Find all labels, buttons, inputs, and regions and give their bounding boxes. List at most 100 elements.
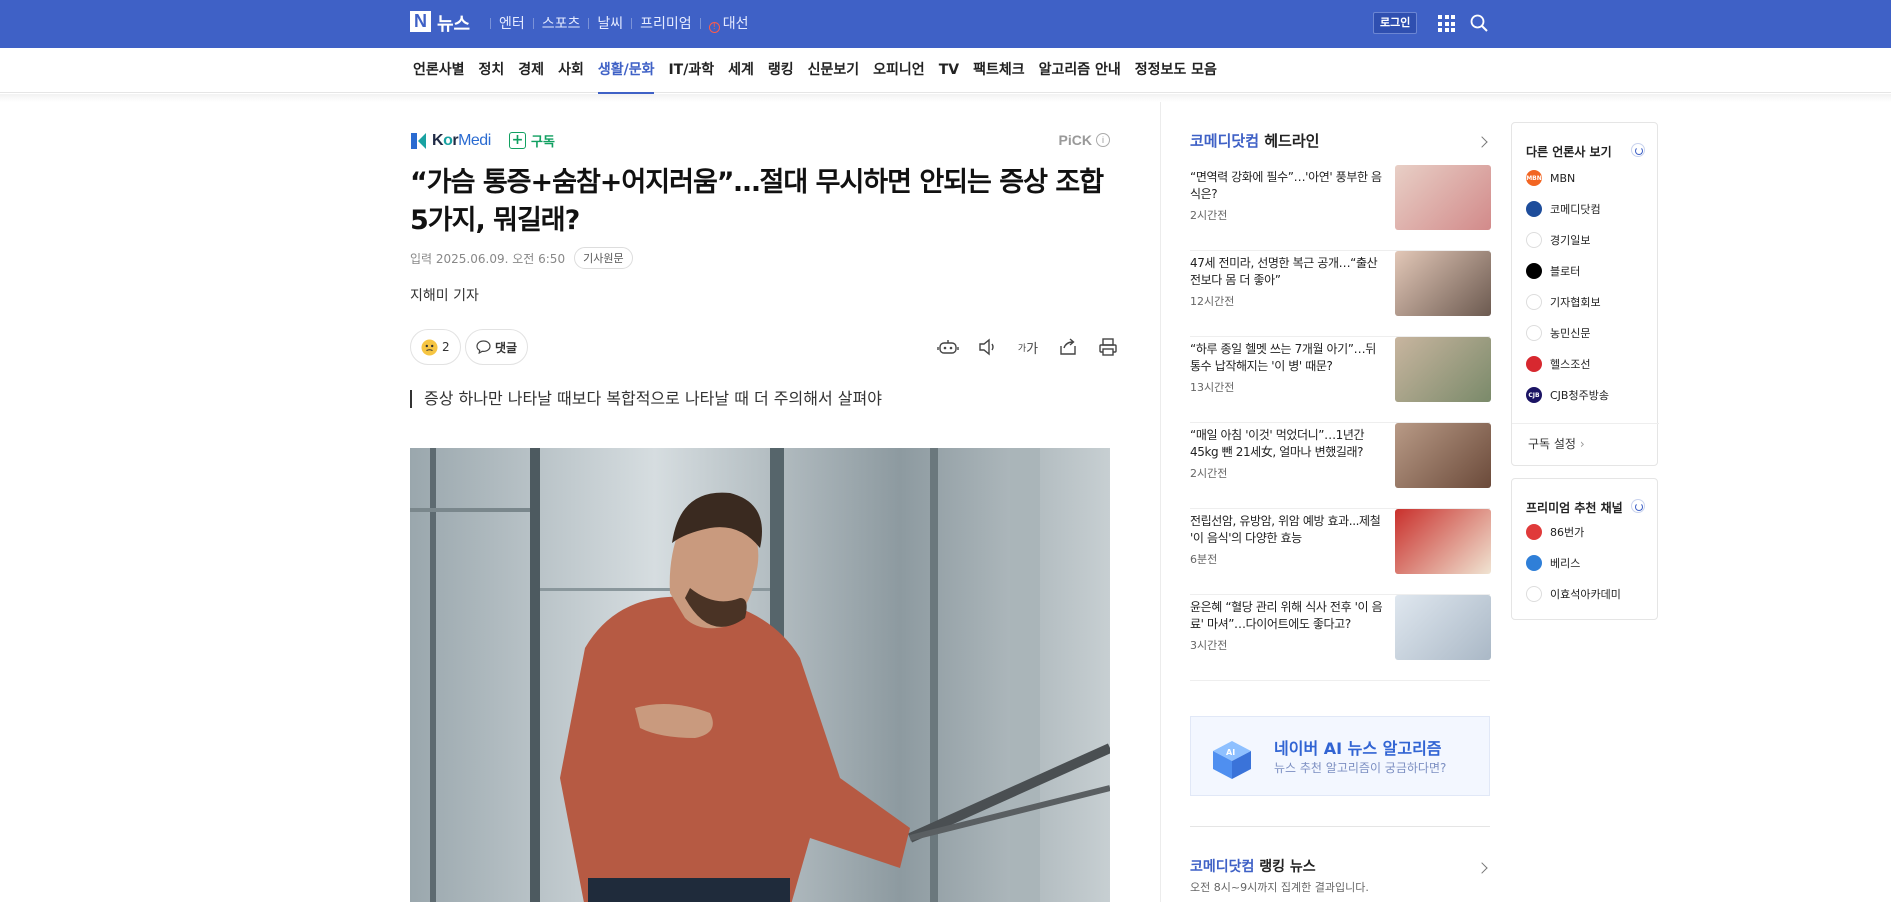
comment-button[interactable]: 댓글: [465, 329, 529, 365]
channel-logo-icon: [1526, 555, 1542, 571]
nav-shadow: [0, 94, 1891, 102]
channel-name: 베리스: [1550, 557, 1581, 570]
press-item[interactable]: CJB CJB청주방송: [1526, 387, 1609, 403]
press-name: 코메디닷컴: [1550, 203, 1601, 216]
press-item[interactable]: 코메디닷컴: [1526, 201, 1601, 217]
press-logo-icon: [1526, 232, 1542, 248]
login-button[interactable]: 로그인: [1373, 12, 1418, 34]
headline-title[interactable]: 윤은혜 “혈당 관리 위해 식사 전후 '이 음료' 마셔”…다이어트에도 좋다…: [1190, 599, 1385, 633]
election-icon: !: [708, 22, 720, 33]
nav-sports[interactable]: 스포츠: [534, 13, 589, 33]
refresh-icon[interactable]: [1631, 499, 1645, 513]
nav-weather[interactable]: 날씨: [589, 13, 631, 33]
reporter-name[interactable]: 지해미 기자: [410, 285, 479, 305]
category-tab[interactable]: 사회: [551, 48, 591, 93]
kormedi-logo-icon: [411, 133, 426, 149]
press-item[interactable]: 기자협회보: [1526, 294, 1601, 310]
naver-logo[interactable]: N: [410, 11, 431, 32]
category-tab[interactable]: TV: [932, 48, 966, 93]
category-tab[interactable]: 랭킹: [761, 48, 801, 93]
subscribe-button[interactable]: + 구독: [509, 131, 555, 150]
nav-premium[interactable]: 프리미엄: [632, 13, 700, 33]
reaction-count: 2: [442, 340, 450, 354]
headline-time: 2시간전: [1190, 209, 1228, 222]
top-bar: N 뉴스 엔터 스포츠 날씨 프리미엄 ! 대선 로그인: [0, 0, 1891, 48]
chevron-right-icon[interactable]: [1476, 136, 1488, 148]
category-tab[interactable]: 경제: [511, 48, 551, 93]
headline-item[interactable]: 윤은혜 “혈당 관리 위해 식사 전후 '이 음료' 마셔”…다이어트에도 좋다…: [1190, 595, 1491, 681]
speaker-icon: [979, 338, 994, 356]
press-name: 블로터: [1550, 265, 1581, 278]
nav-election[interactable]: ! 대선: [701, 13, 757, 33]
headline-section-title[interactable]: 코메디닷컴 헤드라인: [1190, 130, 1319, 151]
press-name: 기자협회보: [1550, 296, 1601, 309]
article-tools: 가가: [928, 335, 1128, 359]
press-logo[interactable]: KorMedi: [410, 132, 491, 150]
headline-thumbnail[interactable]: [1395, 595, 1491, 660]
headline-thumbnail[interactable]: [1395, 423, 1491, 488]
news-home-link[interactable]: 뉴스: [437, 10, 470, 36]
original-article-button[interactable]: 기사원문: [574, 247, 633, 269]
read-aloud-button[interactable]: [968, 335, 1008, 359]
headline-title[interactable]: “면역력 강화에 필수”…'아연' 풍부한 음식은?: [1190, 169, 1385, 203]
search-icon[interactable]: [1469, 13, 1489, 33]
print-button[interactable]: [1088, 335, 1128, 359]
reaction-button[interactable]: 2: [410, 329, 461, 365]
chevron-right-icon[interactable]: [1476, 862, 1488, 874]
category-tab[interactable]: 알고리즘 안내: [1032, 48, 1128, 93]
font-size-button[interactable]: 가가: [1008, 335, 1048, 359]
category-tab[interactable]: 오피니언: [866, 48, 932, 93]
headline-thumbnail[interactable]: [1395, 165, 1491, 230]
ai-algorithm-banner[interactable]: AI 네이버 AI 뉴스 알고리즘 뉴스 추천 알고리즘이 궁금하다면?: [1190, 716, 1490, 796]
press-name: CJB청주방송: [1550, 389, 1609, 402]
channel-name: 이효석아카데미: [1550, 588, 1621, 601]
category-tab[interactable]: 정정보도 모음: [1128, 48, 1224, 93]
press-logo-icon: [1526, 263, 1542, 279]
service-menu-icon[interactable]: [1438, 15, 1455, 32]
headline-title[interactable]: “하루 종일 헬멧 쓰는 7개월 아기”…뒤통수 납작해지는 '이 병' 때문?: [1190, 341, 1385, 375]
press-logo-icon: [1526, 201, 1542, 217]
category-tab[interactable]: 세계: [721, 48, 761, 93]
press-item[interactable]: 블로터: [1526, 263, 1580, 279]
headline-thumbnail[interactable]: [1395, 251, 1491, 316]
headline-item[interactable]: “하루 종일 헬멧 쓰는 7개월 아기”…뒤통수 납작해지는 '이 병' 때문?…: [1190, 337, 1491, 423]
premium-channel-item[interactable]: 이효석아카데미: [1526, 586, 1621, 602]
channel-logo-icon: [1526, 586, 1542, 602]
other-press-title: 다른 언론사 보기: [1526, 145, 1612, 159]
headline-item[interactable]: 전립선암, 유방암, 위암 예방 효과...제철 '이 음식'의 다양한 효능 6…: [1190, 509, 1491, 595]
refresh-icon[interactable]: [1631, 143, 1645, 157]
ai-cube-icon: AI: [1213, 741, 1251, 779]
category-tab[interactable]: 언론사별: [406, 48, 472, 93]
info-icon[interactable]: i: [1096, 133, 1110, 147]
nav-entertainment[interactable]: 엔터: [491, 13, 533, 33]
press-item[interactable]: 농민신문: [1526, 325, 1590, 341]
press-logo-icon: [1526, 294, 1542, 310]
premium-title: 프리미엄 추천 채널: [1526, 501, 1623, 515]
service-nav: 엔터 스포츠 날씨 프리미엄 ! 대선: [490, 13, 756, 33]
category-tab[interactable]: 신문보기: [801, 48, 867, 93]
share-button[interactable]: [1048, 335, 1088, 359]
headline-thumbnail[interactable]: [1395, 509, 1491, 574]
ranking-title[interactable]: 코메디닷컴 랭킹 뉴스: [1190, 856, 1316, 876]
headline-item[interactable]: “면역력 강화에 필수”…'아연' 풍부한 음식은? 2시간전: [1190, 165, 1491, 251]
press-item[interactable]: MBN MBN: [1526, 170, 1575, 186]
premium-channel-item[interactable]: 베리스: [1526, 555, 1580, 571]
category-tab[interactable]: 생활/문화: [591, 48, 662, 94]
headline-thumbnail[interactable]: [1395, 337, 1491, 402]
premium-channel-item[interactable]: 86번가: [1526, 524, 1584, 540]
category-tab[interactable]: 팩트체크: [966, 48, 1032, 93]
category-tab[interactable]: 정치: [472, 48, 512, 93]
summary-bot-button[interactable]: [928, 335, 968, 359]
headline-title[interactable]: “매일 아침 '이것' 먹었더니”…1년간 45kg 뺀 21세女, 얼마나 변…: [1190, 427, 1385, 461]
other-press-card: 다른 언론사 보기 MBN MBN 코메디닷컴경기일보블로터기자협회보농민신문헬스조…: [1511, 122, 1659, 466]
press-item[interactable]: 헬스조선: [1526, 356, 1590, 372]
pick-badge[interactable]: PiCK i: [1059, 132, 1110, 148]
headline-item[interactable]: “매일 아침 '이것' 먹었더니”…1년간 45kg 뺀 21세女, 얼마나 변…: [1190, 423, 1491, 509]
subscription-settings-link[interactable]: 구독 설정 ›: [1528, 435, 1585, 452]
font-size-small-icon: 가: [1017, 343, 1027, 354]
category-tab[interactable]: IT/과학: [661, 48, 721, 93]
headline-title[interactable]: 전립선암, 유방암, 위암 예방 효과...제철 '이 음식'의 다양한 효능: [1190, 513, 1385, 547]
headline-title[interactable]: 47세 전미라, 선명한 복근 공개…“출산 전보다 몸 더 좋아”: [1190, 255, 1385, 289]
headline-item[interactable]: 47세 전미라, 선명한 복근 공개…“출산 전보다 몸 더 좋아” 12시간전: [1190, 251, 1491, 337]
press-item[interactable]: 경기일보: [1526, 232, 1590, 248]
